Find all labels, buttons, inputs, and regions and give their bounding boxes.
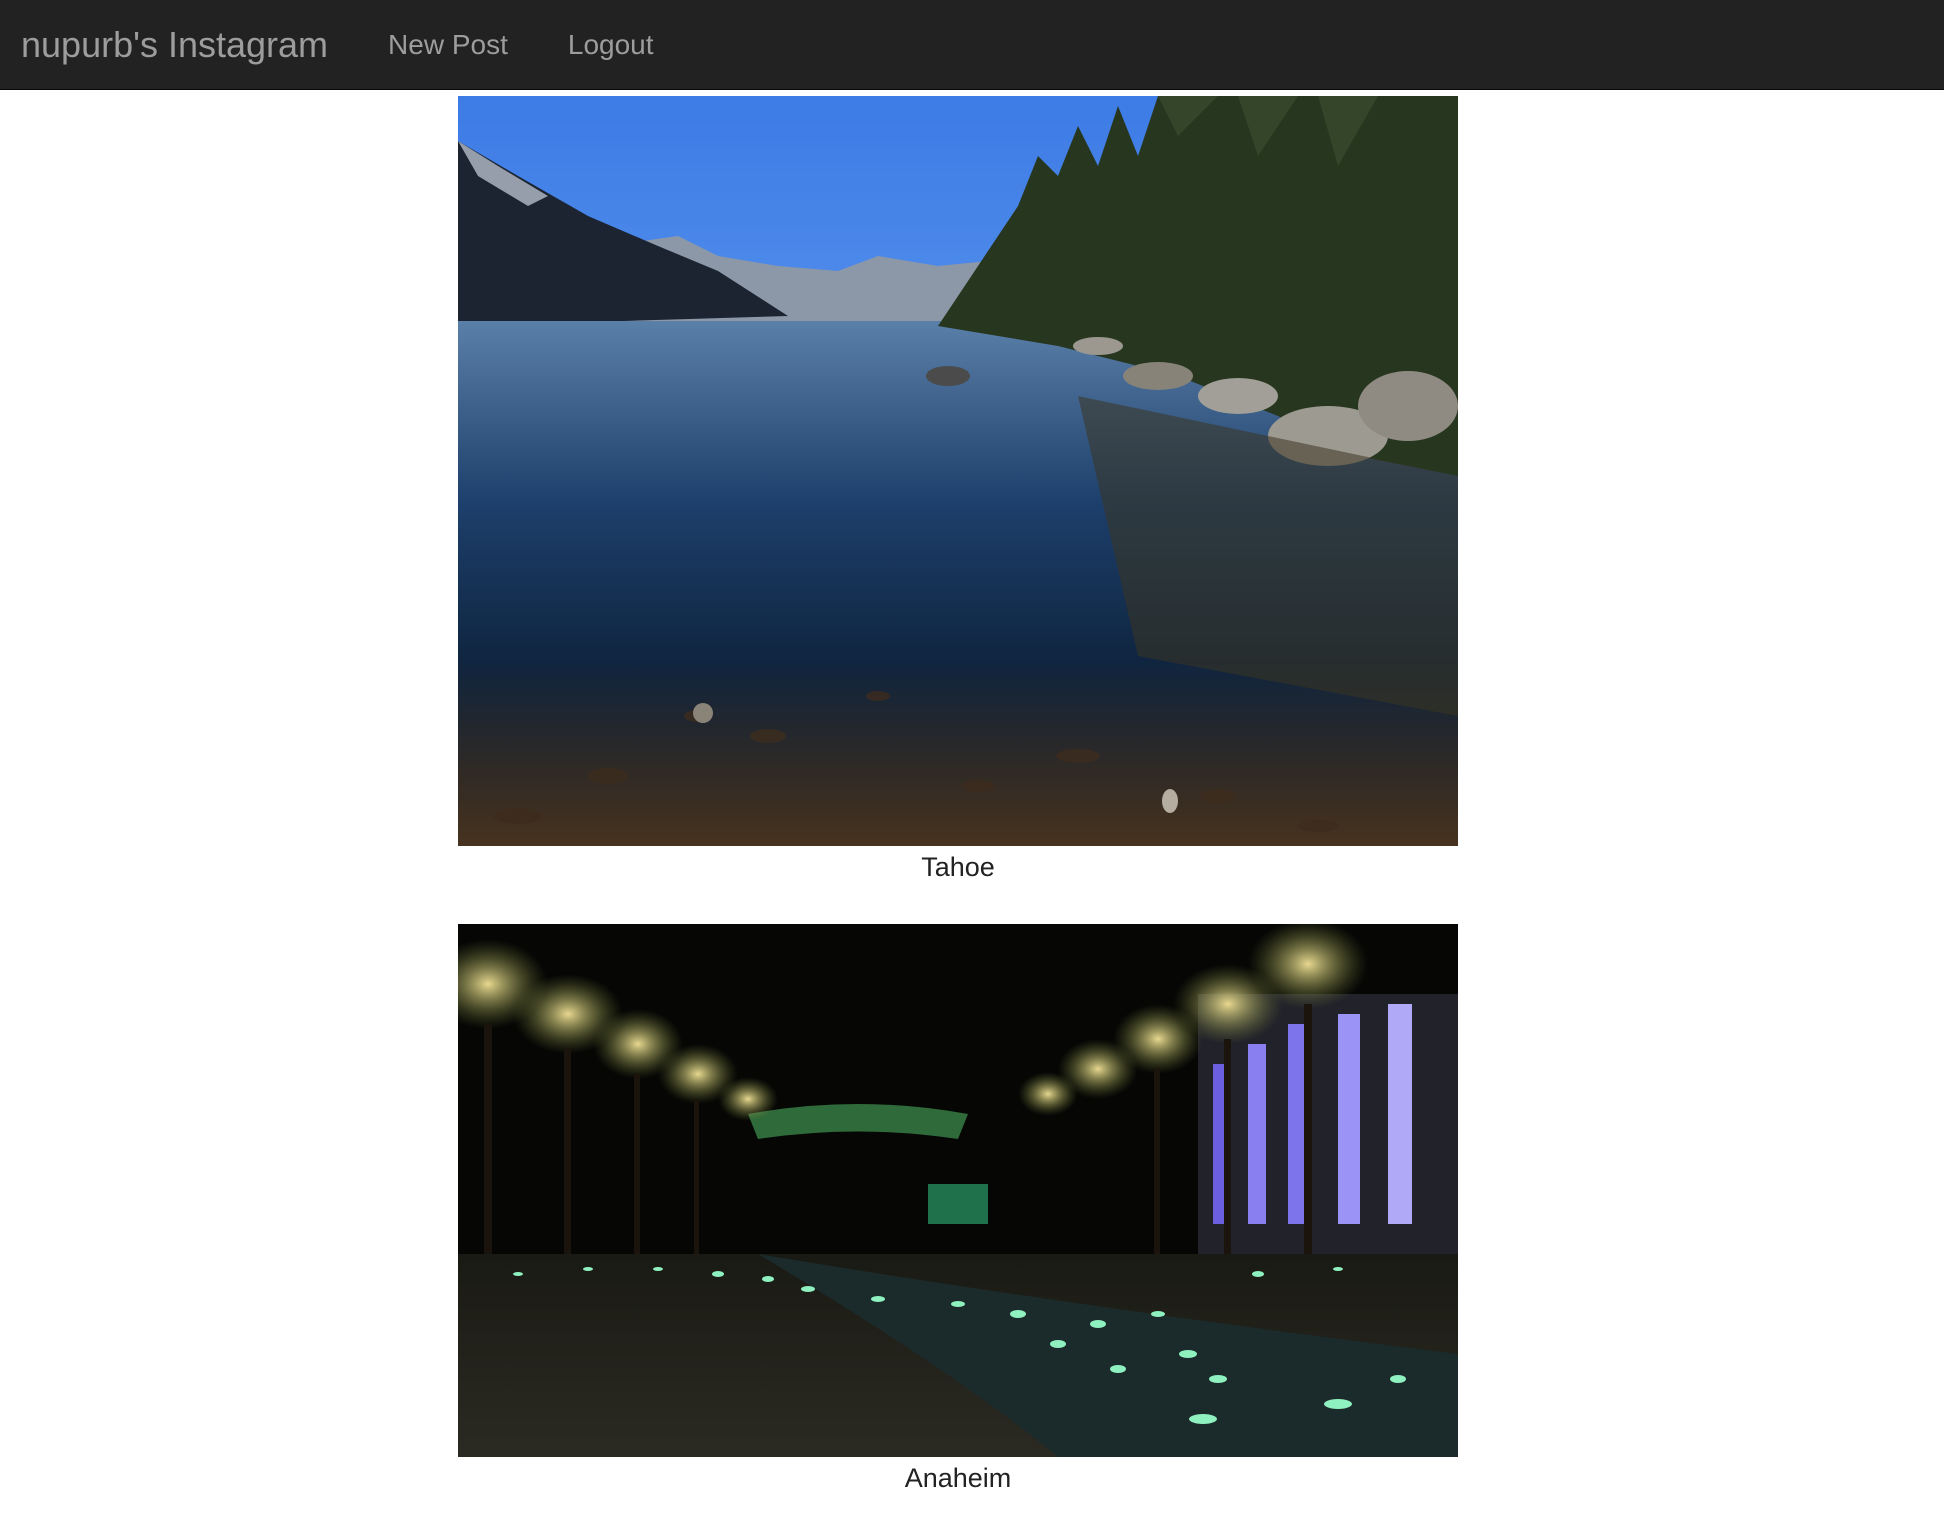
- post-card: Anaheim: [458, 924, 1458, 1495]
- nav-links: New Post Logout: [388, 29, 653, 61]
- logout-link[interactable]: Logout: [568, 29, 654, 61]
- post-photo-lake: [458, 96, 1458, 846]
- post-card: Tahoe: [458, 96, 1458, 884]
- post-photo-plaza: [458, 924, 1458, 1457]
- photo-feed: Tahoe Anaheim: [458, 96, 1458, 1535]
- new-post-link[interactable]: New Post: [388, 29, 508, 61]
- post-caption: Tahoe: [921, 852, 995, 882]
- brand-link[interactable]: nupurb's Instagram: [21, 24, 328, 66]
- post-caption: Anaheim: [904, 1463, 1012, 1493]
- top-navbar: nupurb's Instagram New Post Logout: [0, 0, 1944, 90]
